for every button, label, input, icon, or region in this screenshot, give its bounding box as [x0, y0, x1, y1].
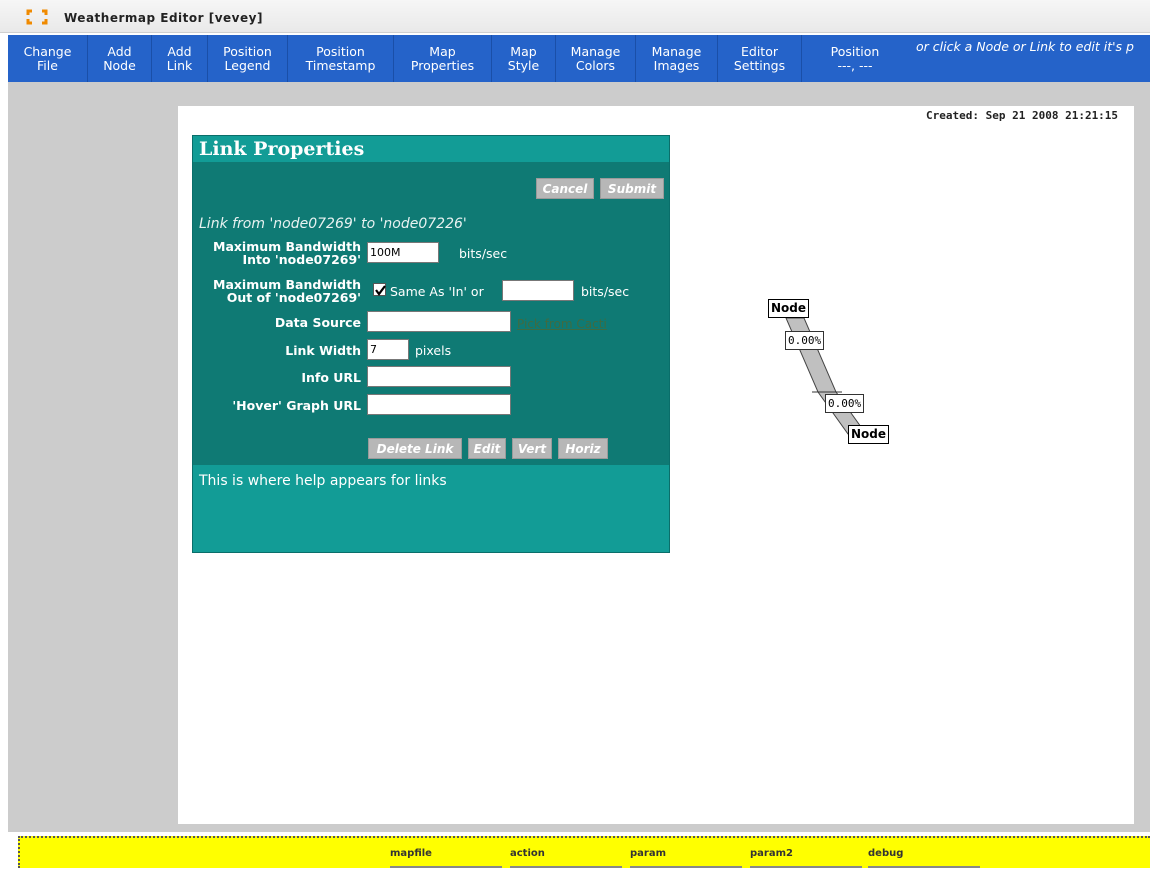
debug-field-underline — [868, 866, 980, 868]
data-source-input[interactable] — [367, 311, 511, 332]
debug-field-action: action — [510, 848, 545, 859]
horiz-button[interactable]: Horiz — [558, 438, 608, 459]
checkmark-icon — [375, 285, 386, 296]
same-as-in-label: Same As 'In' or — [390, 284, 484, 299]
same-as-in-checkbox[interactable] — [373, 283, 386, 296]
debug-field-underline — [630, 866, 742, 868]
link-properties-dialog: Link Properties Cancel Submit Link from … — [192, 135, 670, 553]
cancel-button[interactable]: Cancel — [536, 178, 594, 199]
vert-button[interactable]: Vert — [512, 438, 552, 459]
max-bandwidth-in-label: Maximum Bandwidth Into 'node07269' — [213, 239, 361, 267]
max-bandwidth-out-input[interactable] — [502, 280, 574, 301]
bits-sec-label: bits/sec — [581, 284, 630, 299]
hover-graph-url-label: 'Hover' Graph URL — [232, 398, 361, 413]
submit-button[interactable]: Submit — [600, 178, 664, 199]
debug-field-param2: param2 — [750, 848, 793, 859]
main-toolbar: Change File Add Node Add Link Position L… — [8, 35, 1150, 82]
max-bandwidth-out-label: Maximum Bandwidth Out of 'node07269' — [213, 277, 361, 305]
app-icon — [26, 9, 48, 25]
data-source-label: Data Source — [274, 315, 361, 330]
toolbar-hint: or click a Node or Link to edit it's p — [916, 39, 1134, 54]
debug-bar: mapfile action param param2 debug — [18, 836, 1150, 868]
link-width-input[interactable] — [367, 339, 409, 360]
position-readout: Position ---, --- — [830, 43, 880, 73]
dialog-header: Link Properties — [193, 136, 669, 162]
map-node[interactable]: Node — [848, 425, 890, 444]
position-timestamp-button[interactable]: Position Timestamp — [288, 35, 394, 82]
link-width-label: Link Width — [285, 343, 361, 358]
bits-sec-label: bits/sec — [459, 246, 508, 261]
info-url-input[interactable] — [367, 366, 511, 387]
pick-from-cacti-link[interactable]: Pick from Cacti — [517, 317, 607, 331]
created-timestamp[interactable]: Created: Sep 21 2008 21:21:15 — [926, 109, 1118, 122]
manage-images-button[interactable]: Manage Images — [636, 35, 718, 82]
help-area: This is where help appears for links — [193, 465, 669, 552]
link-description: Link from 'node07269' to 'node07226' — [199, 216, 467, 232]
edit-button[interactable]: Edit — [468, 438, 506, 459]
max-bandwidth-in-input[interactable] — [367, 242, 439, 263]
add-link-button[interactable]: Add Link — [152, 35, 208, 82]
pixels-label: pixels — [415, 343, 452, 358]
debug-field-debug: debug — [868, 848, 904, 859]
map-style-button[interactable]: Map Style — [492, 35, 556, 82]
hover-graph-url-input[interactable] — [367, 394, 511, 415]
debug-field-mapfile: mapfile — [390, 848, 432, 859]
dialog-title: Link Properties — [199, 138, 365, 160]
change-file-button[interactable]: Change File — [8, 35, 88, 82]
link-label[interactable]: 0.00% — [785, 331, 825, 350]
info-url-label: Info URL — [301, 370, 361, 385]
help-text: This is where help appears for links — [199, 473, 447, 489]
window-title: Weathermap Editor [vevey] — [64, 11, 263, 25]
window-titlebar: Weathermap Editor [vevey] — [0, 0, 1150, 33]
debug-field-underline — [510, 866, 622, 868]
delete-link-button[interactable]: Delete Link — [368, 438, 462, 459]
add-node-button[interactable]: Add Node — [88, 35, 152, 82]
editor-settings-button[interactable]: Editor Settings — [718, 35, 802, 82]
debug-field-underline — [390, 866, 502, 868]
debug-field-param: param — [630, 848, 667, 859]
link-label[interactable]: 0.00% — [825, 394, 865, 413]
map-properties-button[interactable]: Map Properties — [394, 35, 492, 82]
map-node[interactable]: Node — [768, 299, 810, 318]
debug-field-underline — [750, 866, 862, 868]
position-legend-button[interactable]: Position Legend — [208, 35, 288, 82]
manage-colors-button[interactable]: Manage Colors — [556, 35, 636, 82]
